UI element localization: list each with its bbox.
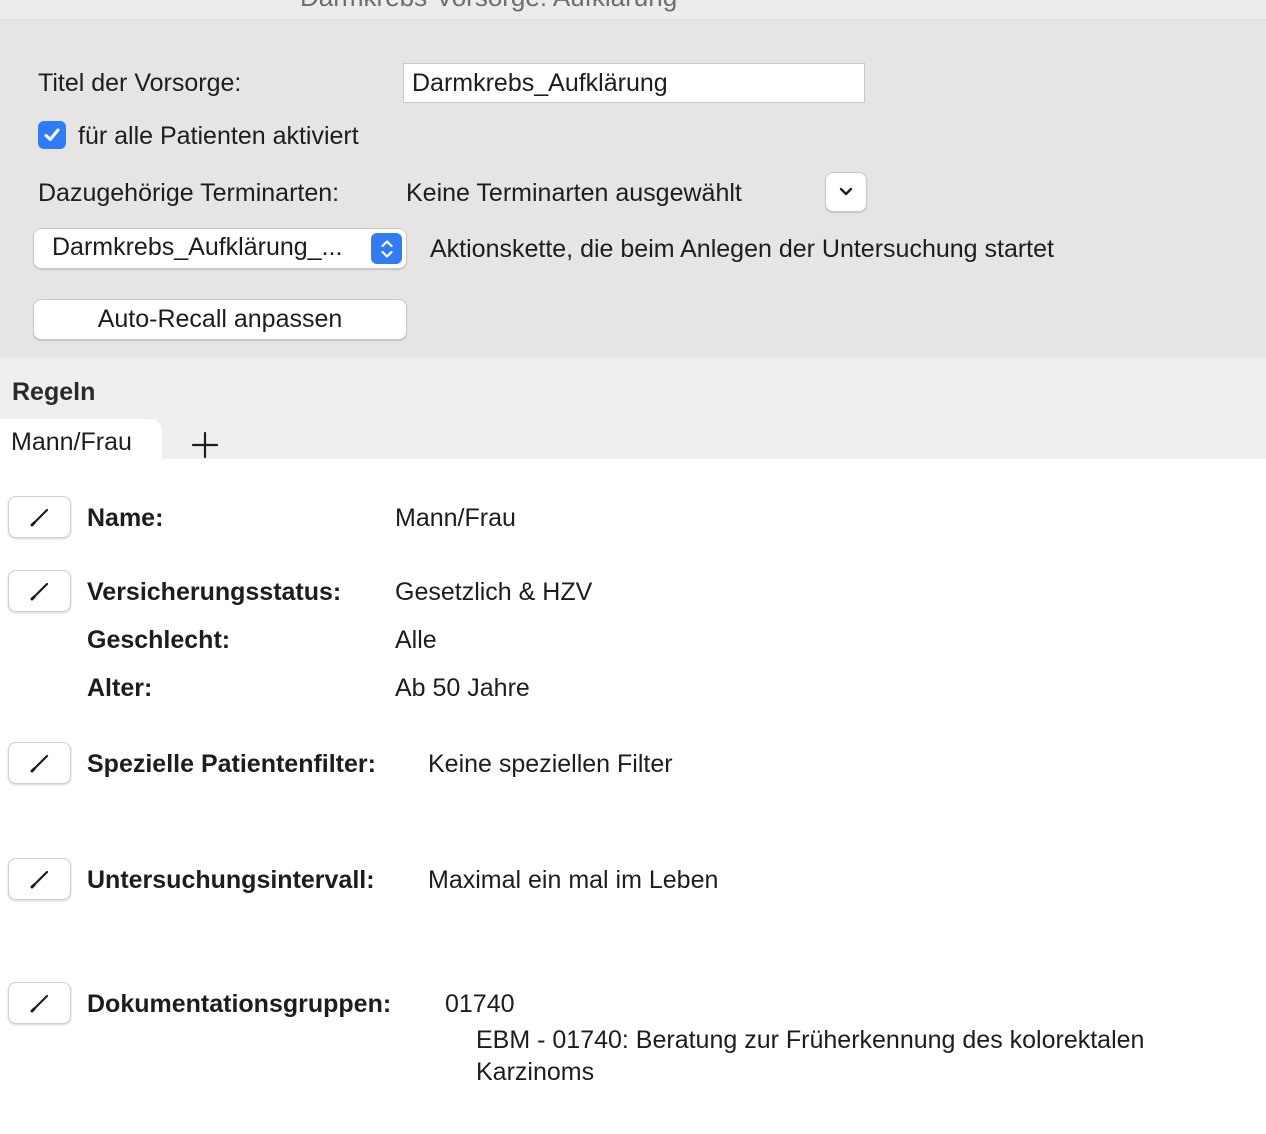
edit-interval-button[interactable] (8, 858, 71, 900)
name-label: Name: (87, 504, 164, 532)
window-title: Darmkrebs-Vorsorge: Aufklärung (300, 0, 677, 13)
age-label: Alter: (87, 674, 153, 702)
age-value: Ab 50 Jahre (395, 674, 530, 702)
doc-groups-description: EBM - 01740: Beratung zur Früherkennung … (476, 1026, 1145, 1086)
activate-all-label[interactable]: für alle Patienten aktiviert (78, 122, 359, 151)
insurance-value: Gesetzlich & HZV (395, 578, 593, 606)
chevron-down-icon (839, 187, 853, 196)
window-title-strip: Darmkrebs-Vorsorge: Aufklärung (0, 0, 1266, 20)
insurance-label: Versicherungsstatus: (87, 578, 342, 606)
activate-all-checkbox[interactable] (38, 121, 66, 149)
action-chain-select[interactable]: Darmkrebs_Aufklärung_... (33, 228, 407, 269)
doc-groups-label: Dokumentationsgruppen: (87, 990, 392, 1018)
gender-label: Geschlecht: (87, 626, 231, 654)
gender-value: Alle (395, 626, 437, 654)
plus-icon (191, 431, 219, 459)
edit-insurance-button[interactable] (8, 570, 71, 612)
special-filters-value: Keine speziellen Filter (428, 750, 673, 778)
appointment-types-value: Keine Terminarten ausgewählt (406, 179, 742, 207)
pencil-icon (30, 870, 48, 889)
interval-value: Maximal ein mal im Leben (428, 866, 719, 894)
interval-label: Untersuchungsintervall: (87, 866, 375, 894)
add-tab-button[interactable] (190, 430, 220, 460)
edit-doc-groups-button[interactable] (8, 982, 71, 1024)
doc-groups-value: 01740 (445, 990, 515, 1018)
appointment-types-dropdown-button[interactable] (825, 172, 867, 212)
rules-section-title: Regeln (12, 378, 96, 406)
pencil-icon (30, 994, 48, 1013)
auto-recall-button[interactable]: Auto-Recall anpassen (33, 299, 407, 340)
name-value: Mann/Frau (395, 504, 516, 532)
edit-special-filters-button[interactable] (8, 742, 71, 784)
tab-mann-frau[interactable]: Mann/Frau (0, 419, 162, 459)
pencil-icon (30, 508, 48, 527)
pencil-icon (30, 754, 48, 773)
pencil-icon (30, 582, 48, 601)
checkmark-icon (44, 128, 60, 141)
updown-chevron-icon (371, 233, 402, 264)
title-input[interactable] (403, 63, 865, 103)
title-label: Titel der Vorsorge: (38, 69, 242, 97)
edit-name-button[interactable] (8, 496, 71, 538)
appointment-types-label: Dazugehörige Terminarten: (38, 179, 340, 207)
action-chain-description: Aktionskette, die beim Anlegen der Unter… (430, 235, 1054, 263)
special-filters-label: Spezielle Patientenfilter: (87, 750, 376, 778)
action-chain-selected: Darmkrebs_Aufklärung_... (52, 233, 343, 261)
